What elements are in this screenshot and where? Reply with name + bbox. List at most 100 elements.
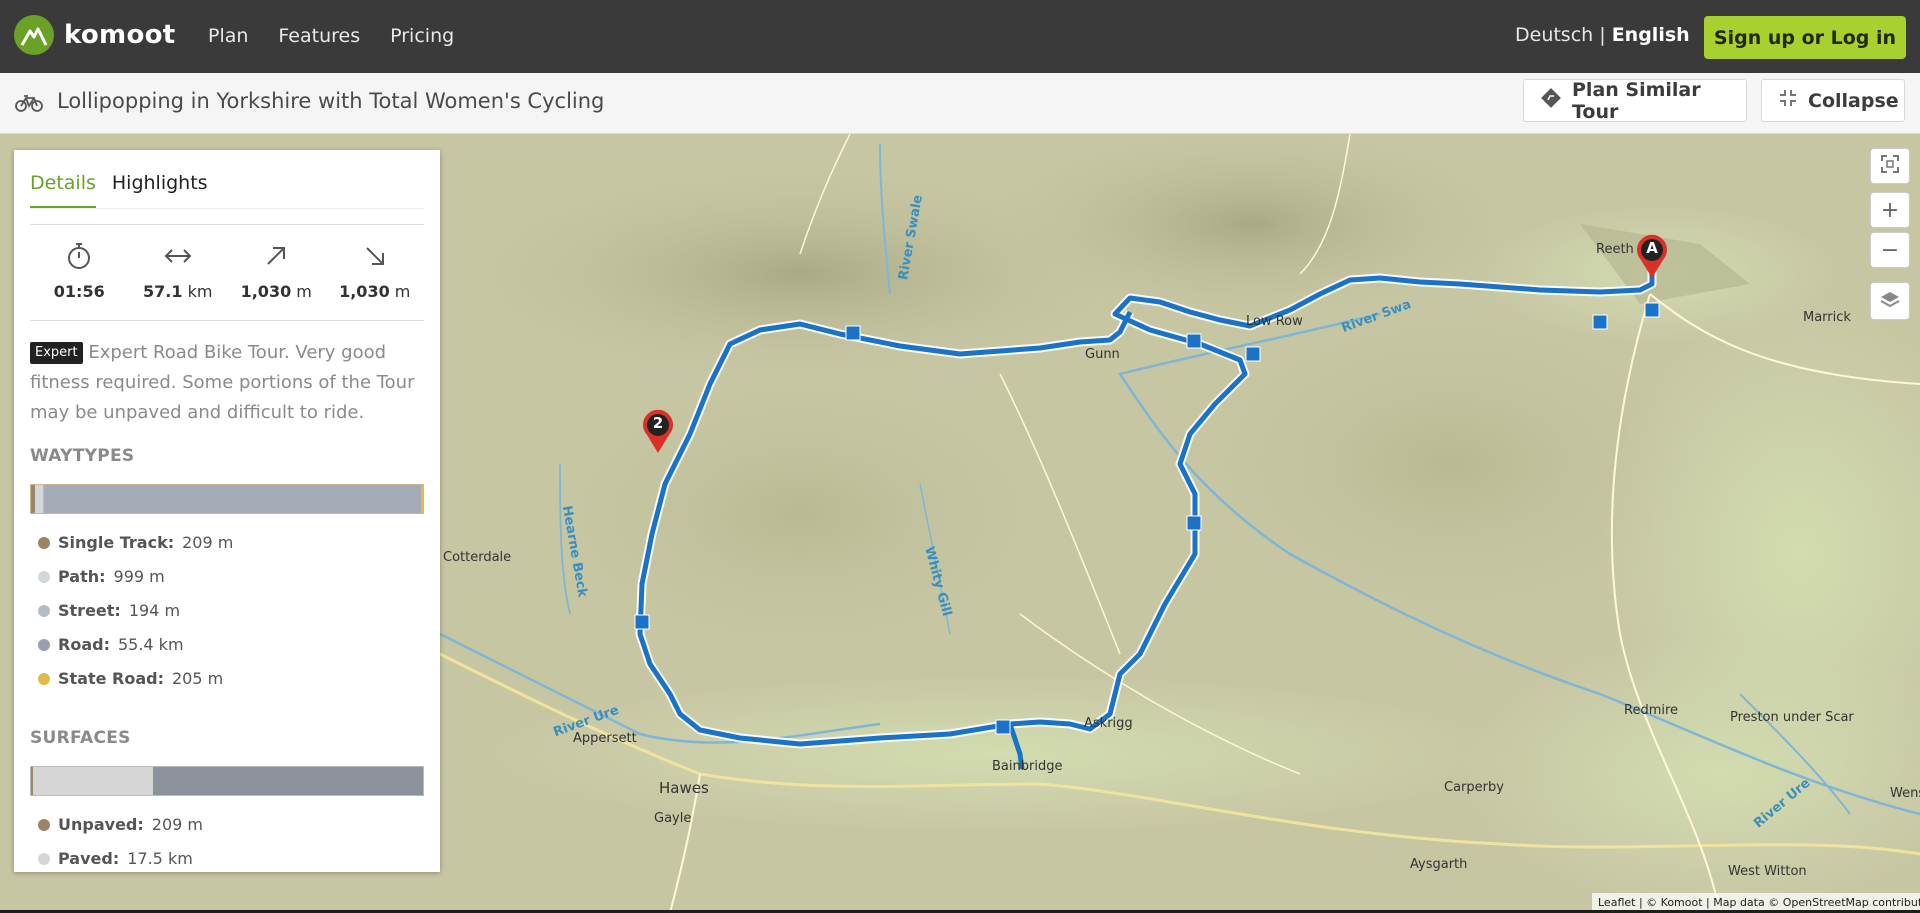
- legend-dot: [38, 604, 50, 617]
- waytype-street[interactable]: Street: 194 m: [38, 601, 180, 620]
- stat-uphill: 1,030 m: [227, 240, 326, 301]
- place-label: Gunn: [1085, 347, 1120, 362]
- plan-similar-label: Plan Similar Tour: [1572, 78, 1701, 123]
- surface-value: 17.5 km: [127, 849, 193, 868]
- waytype-label: Street:: [58, 601, 121, 620]
- language-switcher: Deutsch | English: [1515, 24, 1690, 46]
- surface-label: Paved:: [58, 849, 120, 868]
- lang-separator: |: [1599, 24, 1606, 46]
- waytype-state-road[interactable]: State Road: 205 m: [38, 669, 223, 688]
- surface-value: 209 m: [151, 815, 203, 834]
- description-text: Expert Road Bike Tour. Very good fitness…: [30, 342, 415, 423]
- waytype-path[interactable]: Path: 999 m: [38, 567, 165, 586]
- tab-details[interactable]: Details: [30, 172, 96, 208]
- uphill-icon: [227, 240, 326, 272]
- place-label: Cotterdale: [443, 550, 512, 565]
- waytype-segment: [421, 485, 423, 513]
- surface-paved[interactable]: Paved: 17.5 km: [38, 849, 193, 868]
- place-label: Marrick: [1803, 310, 1851, 325]
- place-label: Bainbridge: [992, 759, 1063, 774]
- stat-uphill-value: 1,030: [240, 282, 292, 301]
- waytypes-title: WAYTYPES: [30, 446, 135, 466]
- legend-dot: [38, 672, 50, 685]
- divider: [30, 224, 424, 225]
- waytype-value: 194 m: [128, 601, 181, 620]
- waytype-label: Single Track:: [58, 533, 175, 552]
- waypoint-marker[interactable]: 2: [642, 409, 674, 453]
- waytype-label: Road:: [58, 635, 110, 654]
- stat-distance: 57.1 km: [129, 240, 228, 301]
- waytype-value: 999 m: [113, 567, 165, 586]
- place-label: Low Row: [1246, 314, 1303, 329]
- tab-highlights[interactable]: Highlights: [112, 172, 208, 208]
- downhill-icon: [326, 240, 425, 272]
- komoot-logo-icon: [14, 15, 54, 55]
- waytypes-bar[interactable]: [30, 484, 424, 514]
- stat-duration-value: 01:56: [53, 282, 105, 301]
- layers-icon: [1880, 289, 1900, 314]
- place-label: Appersett: [573, 731, 637, 746]
- waytype-segment: [44, 485, 422, 513]
- difficulty-badge: Expert: [30, 342, 83, 364]
- waytype-segment: [34, 485, 43, 513]
- bike-icon: [15, 94, 43, 116]
- top-navigation-bar: komoot Plan Features Pricing Deutsch | E…: [0, 0, 1920, 73]
- legend-dot: [38, 536, 50, 549]
- waytype-label: State Road:: [58, 669, 164, 688]
- stat-distance-unit: km: [187, 282, 213, 301]
- surface-segment: [152, 767, 423, 795]
- stat-duration: 01:56: [30, 240, 129, 301]
- collapse-button[interactable]: Collapse: [1761, 79, 1905, 122]
- legend-dot: [38, 818, 50, 831]
- surface-unpaved[interactable]: Unpaved: 209 m: [38, 815, 203, 834]
- stat-distance-value: 57.1: [143, 282, 183, 301]
- distance-icon: [129, 240, 228, 272]
- surface-segment: [32, 767, 153, 795]
- zoom-out-button[interactable]: −: [1870, 232, 1910, 268]
- collapse-icon: [1778, 88, 1798, 113]
- tour-header-bar: Lollipopping in Yorkshire with Total Wom…: [0, 73, 1920, 134]
- surfaces-bar[interactable]: [30, 766, 424, 796]
- stat-uphill-unit: m: [296, 282, 312, 301]
- place-label: Wens: [1890, 786, 1920, 801]
- place-label: Carperby: [1444, 780, 1504, 795]
- brand-name: komoot: [64, 20, 176, 50]
- main-nav: Plan Features Pricing: [208, 25, 454, 47]
- tour-description: Expert Expert Road Bike Tour. Very good …: [30, 338, 424, 428]
- fullscreen-icon: [1881, 154, 1899, 179]
- place-label: Redmire: [1624, 703, 1679, 718]
- start-marker-label: A: [1646, 239, 1658, 257]
- stat-downhill: 1,030 m: [326, 240, 425, 301]
- fullscreen-button[interactable]: [1870, 148, 1910, 184]
- zoom-in-button[interactable]: +: [1870, 192, 1910, 228]
- tour-title: Lollipopping in Yorkshire with Total Wom…: [57, 89, 605, 113]
- lang-english[interactable]: English: [1612, 24, 1690, 46]
- place-label: West Witton: [1728, 864, 1807, 879]
- lang-deutsch[interactable]: Deutsch: [1515, 24, 1593, 46]
- signup-login-button[interactable]: Sign up or Log in: [1704, 16, 1906, 59]
- route-diamond-icon: [1540, 87, 1562, 114]
- plan-similar-tour-button[interactable]: Plan Similar Tour: [1523, 78, 1747, 123]
- place-label: Preston under Scar: [1730, 710, 1854, 725]
- surface-label: Unpaved:: [58, 815, 144, 834]
- nav-features[interactable]: Features: [278, 25, 360, 47]
- nav-plan[interactable]: Plan: [208, 25, 248, 47]
- waytype-road[interactable]: Road: 55.4 km: [38, 635, 184, 654]
- legend-dot: [38, 638, 50, 651]
- nav-pricing[interactable]: Pricing: [390, 25, 454, 47]
- collapse-label: Collapse: [1808, 89, 1899, 112]
- surfaces-title: SURFACES: [30, 728, 131, 748]
- tour-stats: 01:56 57.1 km 1,030 m 1,030 m: [30, 240, 424, 301]
- tour-details-panel: Details Highlights 01:56 57.1 km 1,030 m: [14, 150, 440, 872]
- legend-dot: [38, 570, 50, 583]
- waytype-value: 55.4 km: [117, 635, 184, 654]
- divider: [30, 320, 424, 321]
- place-label: Gayle: [654, 811, 692, 826]
- waytype-single-track[interactable]: Single Track: 209 m: [38, 533, 233, 552]
- waytype-value: 209 m: [182, 533, 234, 552]
- place-label: Aysgarth: [1410, 857, 1468, 872]
- komoot-logo[interactable]: komoot: [14, 15, 176, 55]
- layers-button[interactable]: [1870, 282, 1910, 320]
- start-marker[interactable]: A: [1636, 234, 1668, 278]
- stat-downhill-unit: m: [394, 282, 411, 301]
